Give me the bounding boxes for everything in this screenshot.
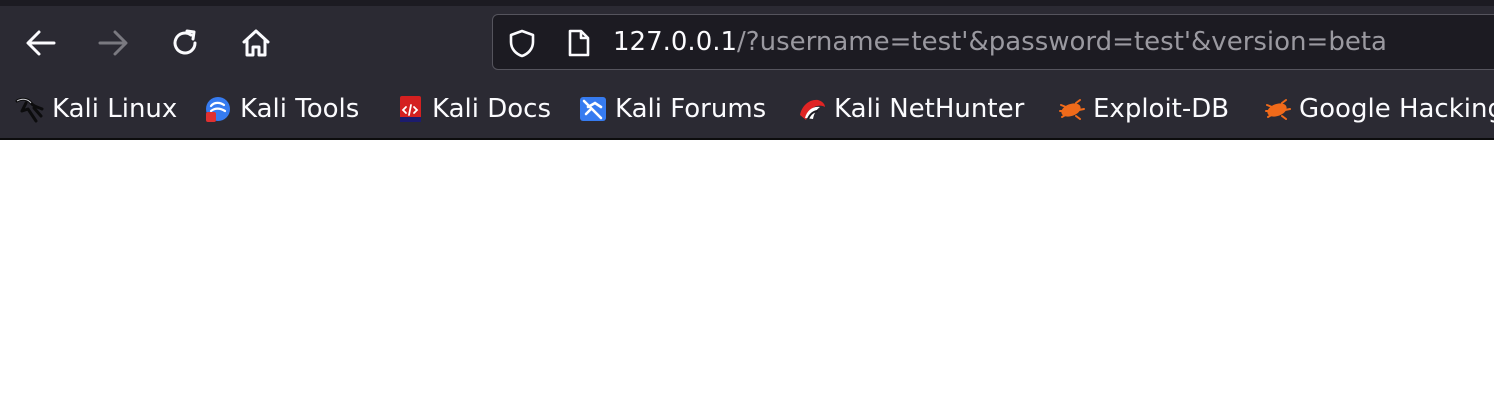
bookmark-kali-nethunter[interactable]: Kali NetHunter (796, 82, 1024, 136)
bookmarks-toolbar: Kali Linux Kali Tools Kali Docs Kali For… (0, 82, 1494, 140)
reload-icon (173, 29, 197, 55)
home-icon (242, 29, 270, 57)
kali-forums-icon (577, 93, 609, 125)
bookmark-label: Kali NetHunter (834, 94, 1025, 124)
bookmark-label: Kali Tools (240, 94, 360, 124)
bookmark-kali-forums[interactable]: Kali Forums (577, 82, 766, 136)
arrow-right-icon (98, 30, 128, 56)
reload-button[interactable] (160, 16, 210, 70)
address-bar[interactable]: 127.0.0.1/?username=test'&password=test'… (492, 14, 1494, 70)
bookmark-exploit-db[interactable]: Exploit-DB (1055, 82, 1229, 136)
page-icon[interactable] (565, 28, 593, 58)
bookmark-google-hacking[interactable]: Google Hacking (1261, 82, 1494, 136)
kali-dragon-icon (14, 93, 46, 125)
bookmark-kali-docs[interactable]: Kali Docs (394, 82, 551, 136)
kali-docs-icon (394, 93, 426, 125)
bookmark-kali-tools[interactable]: Kali Tools (202, 82, 359, 136)
arrow-left-icon (26, 30, 56, 56)
bookmark-kali-linux[interactable]: Kali Linux (14, 82, 177, 136)
exploit-db-icon (1261, 93, 1293, 125)
url-text[interactable]: 127.0.0.1/?username=test'&password=test'… (613, 27, 1387, 57)
shield-icon[interactable] (507, 28, 537, 58)
forward-button[interactable] (88, 16, 138, 70)
bookmark-label: Kali Linux (52, 94, 178, 124)
bookmark-label: Google Hacking (1299, 94, 1494, 124)
exploit-db-icon (1055, 93, 1087, 125)
home-button[interactable] (231, 16, 281, 70)
bookmark-label: Exploit-DB (1093, 94, 1230, 124)
back-button[interactable] (16, 16, 66, 70)
kali-tools-icon (202, 93, 234, 125)
bookmark-label: Kali Docs (432, 94, 552, 124)
page-content (0, 140, 1494, 404)
url-host: 127.0.0.1 (613, 27, 738, 57)
url-path-query: /?username=test'&password=test'&version=… (737, 27, 1387, 57)
navigation-toolbar: 127.0.0.1/?username=test'&password=test'… (0, 6, 1494, 82)
bookmark-label: Kali Forums (615, 94, 767, 124)
kali-nethunter-icon (796, 93, 828, 125)
